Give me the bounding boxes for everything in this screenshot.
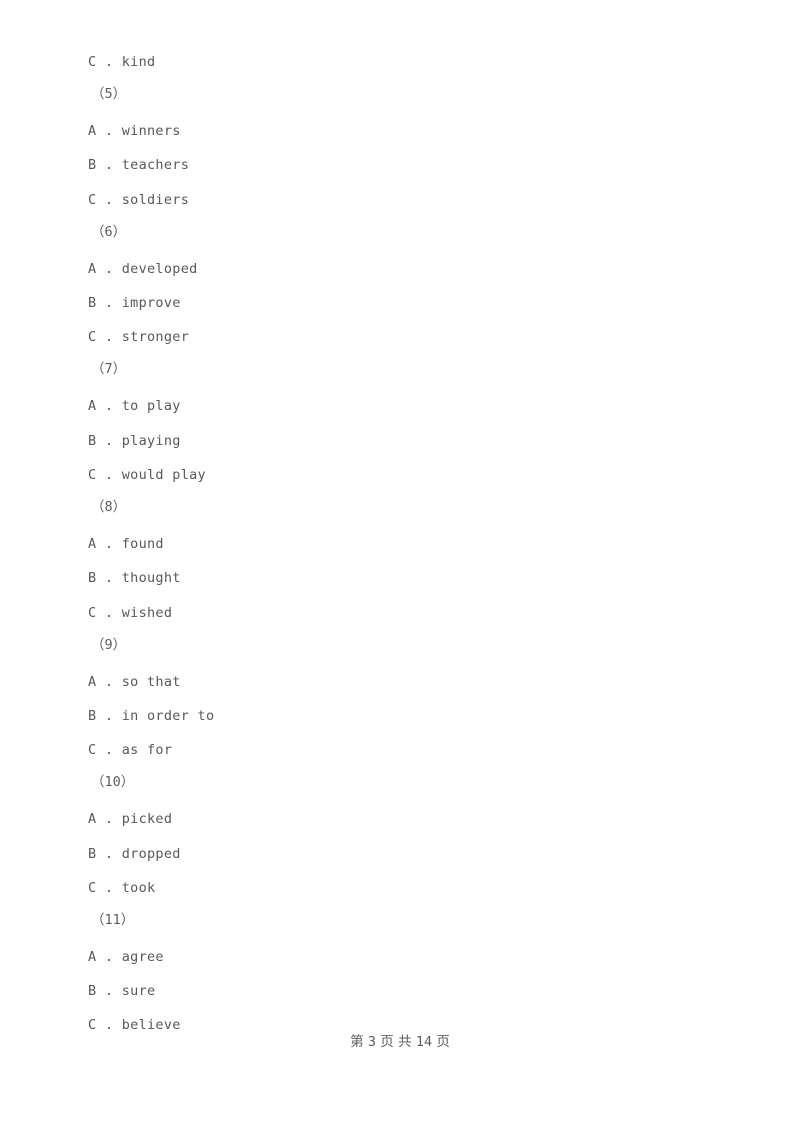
question-number: （6） bbox=[0, 221, 800, 243]
question-number-label: （8） bbox=[91, 499, 127, 515]
question-number-label: （7） bbox=[91, 361, 127, 377]
document-page: C . kind （5） A . winners B . teachers C . so… bbox=[0, 0, 800, 1132]
answer-option: A . developed bbox=[88, 261, 198, 277]
answer-option: C . soldiers bbox=[88, 192, 190, 208]
question-number-label: （5） bbox=[91, 86, 127, 102]
answer-option: B . dropped bbox=[88, 846, 181, 862]
question-number: （11） bbox=[0, 909, 800, 931]
question-number-label: （10） bbox=[91, 774, 135, 790]
footer-total-pages: 14 bbox=[415, 1034, 433, 1050]
answer-option: C . stronger bbox=[88, 329, 190, 345]
answer-option: A . agree bbox=[88, 949, 164, 965]
answer-option: B . in order to bbox=[88, 708, 215, 724]
answer-option: B . teachers bbox=[88, 157, 190, 173]
footer-middle: 页 共 bbox=[376, 1034, 416, 1050]
answer-option: A . picked bbox=[88, 811, 173, 827]
question-number-label: （11） bbox=[91, 912, 135, 928]
answer-option: B . playing bbox=[88, 433, 181, 449]
footer-prefix: 第 bbox=[350, 1034, 368, 1050]
answer-option: C . took bbox=[88, 880, 156, 896]
question-number: （5） bbox=[0, 83, 800, 105]
question-number-label: （9） bbox=[91, 637, 127, 653]
answer-option: C . would play bbox=[88, 467, 206, 483]
page-footer: 第 3 页 共 14 页 bbox=[0, 1032, 800, 1052]
footer-current-page: 3 bbox=[367, 1034, 376, 1050]
answer-option: C . kind bbox=[88, 54, 156, 70]
answer-option: A . winners bbox=[88, 123, 181, 139]
answer-option: B . improve bbox=[88, 295, 181, 311]
answer-option: A . to play bbox=[88, 398, 181, 414]
answer-option: B . thought bbox=[88, 570, 181, 586]
question-number: （7） bbox=[0, 358, 800, 380]
footer-suffix: 页 bbox=[432, 1034, 450, 1050]
question-number: （10） bbox=[0, 771, 800, 793]
question-number-label: （6） bbox=[91, 224, 127, 240]
answer-option: C . wished bbox=[88, 605, 173, 621]
answer-option: C . as for bbox=[88, 742, 173, 758]
question-number: （8） bbox=[0, 496, 800, 518]
answer-option: B . sure bbox=[88, 983, 156, 999]
answer-option: A . so that bbox=[88, 674, 181, 690]
answer-option: A . found bbox=[88, 536, 164, 552]
question-number: （9） bbox=[0, 634, 800, 656]
